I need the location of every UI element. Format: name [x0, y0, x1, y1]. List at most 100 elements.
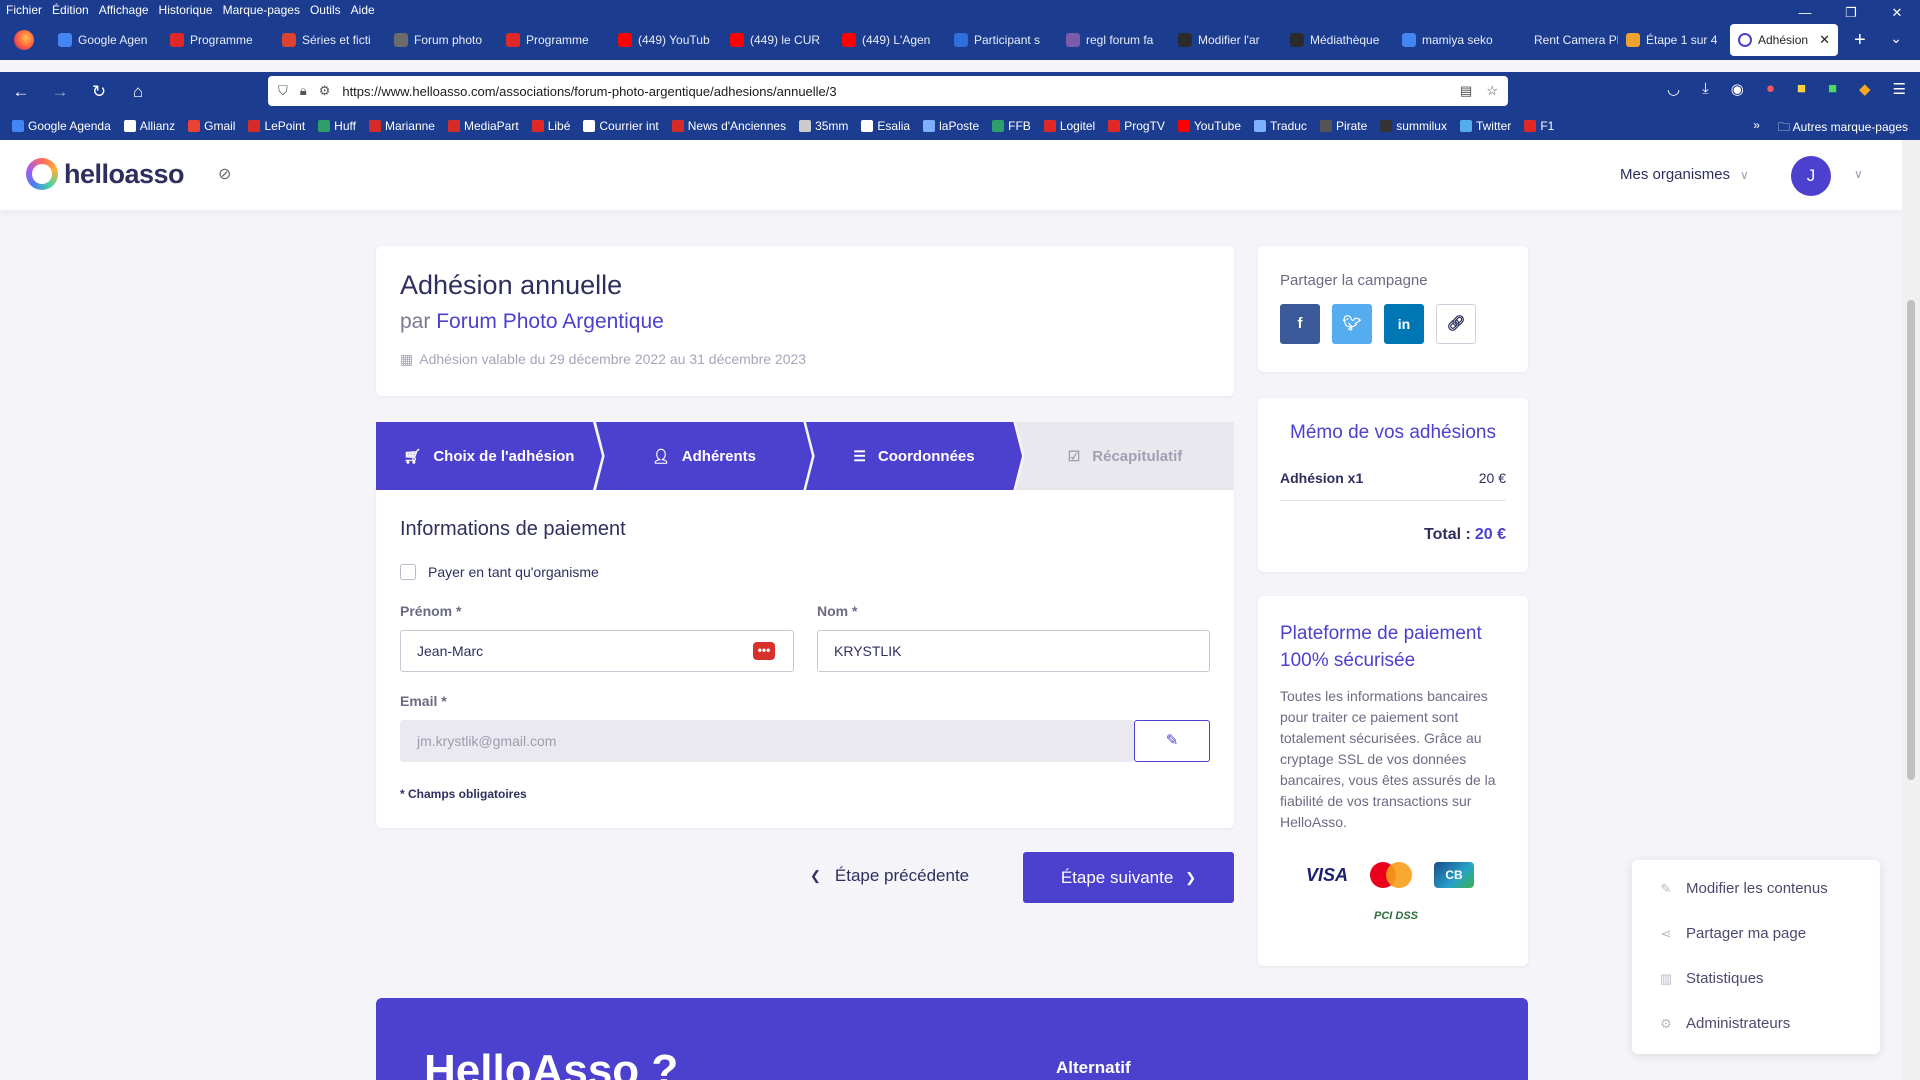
bookmark-item[interactable]: laPoste — [923, 119, 979, 133]
bookmark-item[interactable]: Gmail — [188, 119, 235, 133]
menu-outils[interactable]: Outils — [310, 3, 341, 17]
bookmark-item[interactable]: Esalia — [861, 119, 910, 133]
url-text[interactable]: https://www.helloasso.com/associations/f… — [342, 84, 1446, 99]
menu-historique[interactable]: Historique — [159, 3, 213, 17]
twitter-share-button[interactable]: 🐦︎ — [1332, 304, 1372, 344]
account-icon[interactable]: ◉ — [1731, 80, 1744, 98]
chevron-more-icon[interactable]: » — [1753, 118, 1760, 139]
scrollbar-thumb[interactable] — [1907, 300, 1915, 780]
facebook-share-button[interactable]: f — [1280, 304, 1320, 344]
extension-yellow-icon[interactable]: ■ — [1797, 80, 1806, 98]
list-all-tabs-icon[interactable]: ⌄ — [1890, 30, 1902, 47]
other-bookmarks[interactable]: 🗀︎ Autres marque-pages — [1778, 118, 1908, 139]
bookmark-item[interactable]: FFB — [992, 119, 1031, 133]
browser-tab[interactable]: (449) YouTub — [610, 24, 722, 56]
browser-tab[interactable]: regl forum fa — [1058, 24, 1170, 56]
browser-tab[interactable]: Google Agen — [50, 24, 162, 56]
browser-tab[interactable]: Médiathèque — [1282, 24, 1394, 56]
lastname-field[interactable]: KRYSTLIK — [817, 630, 1210, 672]
bookmark-item[interactable]: Traduc — [1254, 119, 1307, 133]
organization-link[interactable]: Forum Photo Argentique — [436, 310, 664, 333]
app-menu-icon[interactable]: ☰ — [1893, 80, 1906, 98]
email-field[interactable]: jm.krystlik@gmail.com — [400, 720, 1134, 762]
bookmark-favicon-icon — [1254, 120, 1267, 132]
menu-item-partager-page[interactable]: ⋖ Partager ma page — [1656, 925, 1807, 942]
page-scrollbar[interactable] — [1902, 140, 1920, 1080]
browser-tab[interactable]: Programme — [498, 24, 610, 56]
menu-edition[interactable]: Édition — [52, 3, 89, 17]
forward-icon[interactable]: → — [42, 82, 78, 102]
bookmark-item[interactable]: Marianne — [368, 119, 435, 133]
bookmark-item[interactable]: summilux — [1380, 119, 1447, 133]
menu-item-administrateurs[interactable]: ⚙︎ Administrateurs — [1656, 1015, 1790, 1032]
password-manager-icon[interactable]: ••• — [753, 642, 775, 660]
pay-as-org-row[interactable]: Payer en tant qu'organisme — [400, 564, 599, 580]
menu-aide[interactable]: Aide — [351, 3, 375, 17]
bookmark-star-icon[interactable]: ☆ — [1486, 83, 1498, 99]
menu-affichage[interactable]: Affichage — [99, 3, 149, 17]
previous-step-button[interactable]: ❮ Étape précédente — [810, 850, 969, 902]
menu-fichier[interactable]: Fichier — [6, 3, 42, 17]
bookmark-item[interactable]: YouTube — [1177, 119, 1241, 133]
bookmark-item[interactable]: F1 — [1524, 119, 1554, 133]
menu-marque-pages[interactable]: Marque-pages — [223, 3, 300, 17]
avatar[interactable]: J — [1791, 156, 1831, 196]
helloasso-logo[interactable]: helloasso — [26, 158, 185, 190]
bookmark-item[interactable]: Google Agenda — [12, 119, 111, 133]
browser-tab[interactable]: Séries et ficti — [274, 24, 386, 56]
firefox-logo-icon[interactable] — [14, 30, 34, 50]
browser-tab[interactable]: Modifier l'ar — [1170, 24, 1282, 56]
bookmark-item[interactable]: 35mm — [799, 119, 848, 133]
bookmark-item[interactable]: News d'Anciennes — [671, 119, 786, 133]
edit-email-button[interactable]: ✎ — [1134, 720, 1210, 762]
bookmark-item[interactable]: Huff — [318, 119, 356, 133]
bookmark-item[interactable]: ProgTV — [1108, 119, 1165, 133]
pay-as-org-checkbox[interactable] — [400, 564, 416, 580]
browser-tab[interactable]: mamiya seko — [1394, 24, 1506, 56]
bookmark-item[interactable]: MediaPart — [447, 119, 519, 133]
menu-item-statistiques[interactable]: ▥ Statistiques — [1656, 970, 1764, 987]
bookmark-item[interactable]: Libé — [531, 119, 570, 133]
browser-tab[interactable]: (449) le CUR — [722, 24, 834, 56]
permissions-icon[interactable]: ⚙︎ — [319, 83, 331, 99]
bookmark-item[interactable]: Allianz — [123, 119, 175, 133]
step-adherents[interactable]: 👤︎ Adhérents — [596, 422, 812, 490]
browser-tab[interactable]: Programme — [162, 24, 274, 56]
tab-active[interactable]: Adhésion ✕ — [1730, 24, 1838, 56]
bookmark-favicon-icon — [447, 120, 460, 132]
reload-icon[interactable]: ↻ — [81, 82, 117, 102]
next-step-button[interactable]: Étape suivante ❯ — [1023, 852, 1234, 903]
bookmark-item[interactable]: LePoint — [248, 119, 305, 133]
step-choix-adhesion[interactable]: 🛒︎ Choix de l'adhésion — [376, 422, 602, 490]
extension-orange-icon[interactable]: ◆ — [1859, 80, 1871, 98]
extension-green-icon[interactable]: ■ — [1828, 80, 1837, 98]
url-bar[interactable]: ⛉ 🔒︎ ⚙︎ https://www.helloasso.com/associ… — [268, 76, 1508, 106]
browser-tab[interactable]: (449) L'Agen — [834, 24, 946, 56]
menu-item-modifier-contenus[interactable]: ✎ Modifier les contenus — [1656, 880, 1828, 897]
linkedin-share-button[interactable]: in — [1384, 304, 1424, 344]
new-tab-icon[interactable]: + — [1854, 29, 1866, 52]
browser-tab[interactable]: Forum photo — [386, 24, 498, 56]
back-icon[interactable]: ← — [3, 82, 39, 102]
firstname-field[interactable]: Jean-Marc ••• — [400, 630, 794, 672]
home-icon[interactable]: ⌂ — [120, 82, 156, 102]
bookmark-item[interactable]: Courrier int — [583, 119, 659, 133]
browser-tab[interactable]: Rent Camera Pho — [1506, 24, 1618, 56]
downloads-icon[interactable]: ⤓ — [1702, 80, 1709, 98]
chevron-down-icon[interactable]: ∨ — [1854, 167, 1863, 181]
my-organizations-dropdown[interactable]: Mes organismes ∨ — [1620, 166, 1749, 183]
browser-tab[interactable]: Étape 1 sur 4 — [1618, 24, 1730, 56]
eye-off-icon[interactable]: ⊘ — [218, 164, 231, 184]
extension-red-icon[interactable]: ● — [1766, 80, 1775, 98]
lock-icon[interactable]: 🔒︎ — [300, 83, 307, 99]
shield-icon[interactable]: ⛉ — [278, 83, 288, 99]
copy-link-button[interactable]: 🔗︎ — [1436, 304, 1476, 344]
bookmark-item[interactable]: Logitel — [1043, 119, 1095, 133]
close-tab-icon[interactable]: ✕ — [1819, 32, 1830, 48]
pocket-icon[interactable]: ◡ — [1667, 80, 1680, 98]
bookmark-item[interactable]: Pirate — [1319, 119, 1367, 133]
browser-tab[interactable]: Participant s — [946, 24, 1058, 56]
step-coordonnees[interactable]: ☰ Coordonnées — [806, 422, 1022, 490]
reader-view-icon[interactable]: ▤ — [1460, 83, 1472, 99]
bookmark-item[interactable]: Twitter — [1459, 119, 1511, 133]
